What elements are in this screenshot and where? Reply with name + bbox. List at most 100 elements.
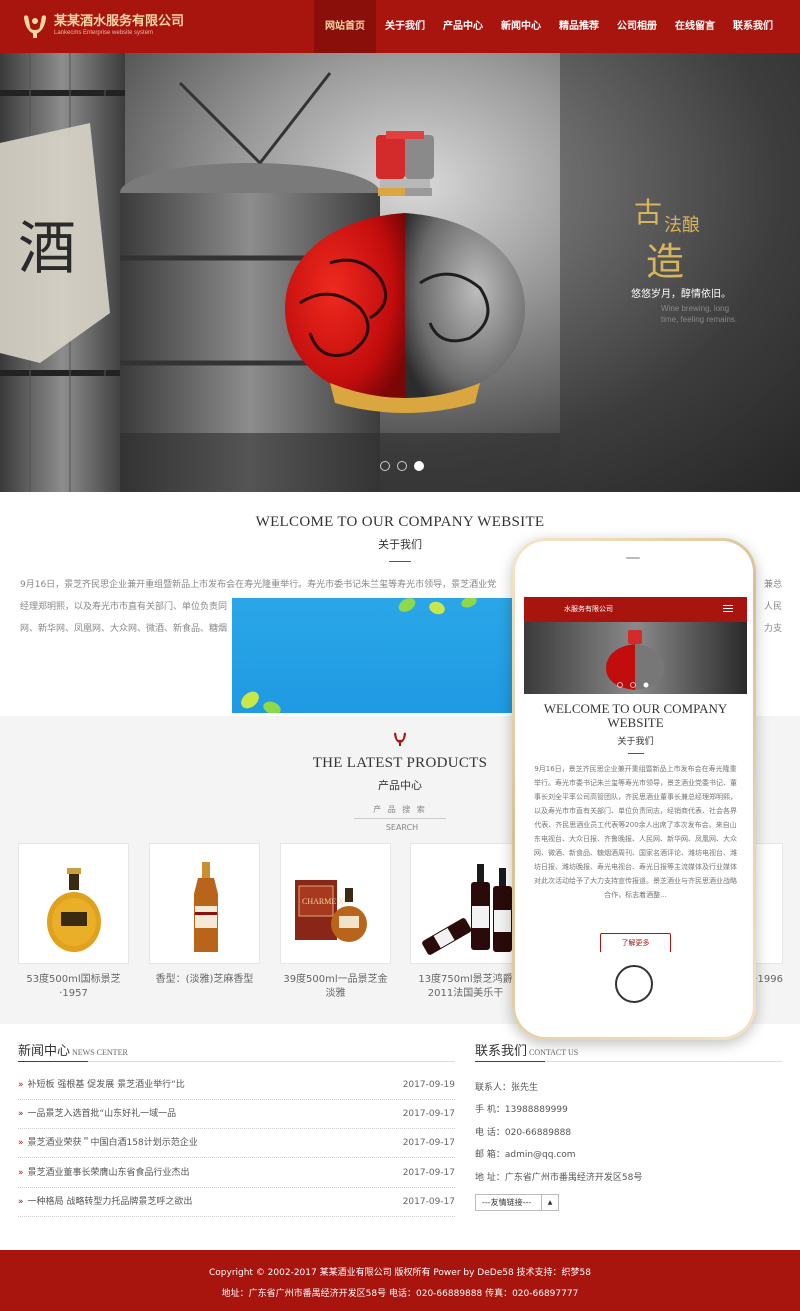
news-date-4: 2017-09-17 bbox=[402, 1168, 455, 1178]
nav-message[interactable]: 在线留言 bbox=[666, 0, 724, 53]
site-footer: Copyright © 2002-2017 某某酒业有限公司 版权所有 Powe… bbox=[0, 1250, 800, 1311]
news-arrow-icon: » bbox=[18, 1168, 24, 1178]
slider-dots bbox=[380, 461, 424, 471]
nav-products[interactable]: 产品中心 bbox=[434, 0, 492, 53]
product-caption-1[interactable]: 53度500ml国标景芝·1957 bbox=[18, 973, 129, 1001]
contact-heading: 联系我们 CONTACT US bbox=[475, 1040, 578, 1059]
news-item-5[interactable]: » 一种格局 战略转型力托品牌景芝呼之欲出 2017-09-17 bbox=[18, 1187, 455, 1217]
contact-mobile: 手 机：13988889999 bbox=[475, 1105, 568, 1115]
brandy-bottle-icon bbox=[194, 862, 218, 952]
gift-box-label: CHARME XO bbox=[302, 897, 350, 906]
product-image-2[interactable] bbox=[149, 843, 260, 964]
news-item-3[interactable]: » 景芝酒业荣获＂中国白酒158计划示范企业 2017-09-17 bbox=[18, 1128, 455, 1158]
cognac-bottle-icon bbox=[47, 868, 101, 952]
mobile-company-name: 水服务有限公司 bbox=[564, 605, 613, 613]
logo[interactable]: 某某酒水服务有限公司 Lankecms Enterprise website s… bbox=[20, 12, 184, 40]
news-date-2: 2017-09-17 bbox=[402, 1109, 455, 1119]
product-image-1[interactable] bbox=[18, 843, 129, 964]
nav-album[interactable]: 公司相册 bbox=[608, 0, 666, 53]
products-emblem-icon bbox=[394, 732, 406, 746]
nav-contact[interactable]: 联系我们 bbox=[724, 0, 782, 53]
slider-dot-3[interactable] bbox=[414, 461, 424, 471]
footer-copyright: Copyright © 2002-2017 某某酒业有限公司 版权所有 Powe… bbox=[208, 1268, 591, 1278]
product-image-3[interactable]: CHARME XO bbox=[280, 843, 391, 964]
slogan-char-1: 古 bbox=[634, 196, 663, 229]
about-text-line-3: 网、新华网、凤凰网、大众网、微酒、新食品、糖烟 bbox=[20, 624, 228, 634]
contact-person: 联系人：张先生 bbox=[475, 1083, 539, 1093]
product-search-label: 产 品 搜 索 bbox=[373, 805, 427, 814]
contact-phone: 电 话：020-66889888 bbox=[475, 1128, 572, 1138]
about-divider bbox=[389, 561, 411, 562]
company-name-en: Lankecms Enterprise website system bbox=[54, 30, 154, 36]
phone-speaker bbox=[626, 557, 640, 559]
contact-email: 邮 箱：admin@qq.com bbox=[475, 1150, 576, 1160]
product-image-4[interactable] bbox=[410, 843, 521, 964]
mobile-header: 水服务有限公司 bbox=[524, 597, 747, 622]
mobile-about-text: 9月16日，景芝齐民思企业兼开重组暨新品上市发布会在寿光隆重举行。寿光市委书记朱… bbox=[534, 765, 737, 899]
nav-about[interactable]: 关于我们 bbox=[376, 0, 434, 53]
main-nav: 网站首页 关于我们 产品中心 新闻中心 精品推荐 公司相册 在线留言 联系我们 bbox=[314, 0, 782, 53]
product-card-1[interactable]: 53度500ml国标景芝·1957 bbox=[18, 843, 129, 1001]
about-text-line-2: 经理郑明熙，以及寿光市市直有关部门、单位负责同 bbox=[20, 602, 228, 612]
phone-home-button bbox=[615, 965, 653, 1003]
news-title-1[interactable]: 补短板 强根基 促发展 景芝酒业举行“比 bbox=[28, 1080, 185, 1090]
news-arrow-icon: » bbox=[18, 1109, 24, 1119]
slider-dot-2[interactable] bbox=[397, 461, 407, 471]
friend-links-value: ---友情链接--- bbox=[482, 1198, 532, 1207]
footer-address: 地址：广东省广州市番禺经济开发区58号 电话：020-66889888 传真：0… bbox=[221, 1289, 579, 1299]
news-date-5: 2017-09-17 bbox=[402, 1197, 455, 1207]
contact-title: 联系我们 bbox=[475, 1044, 528, 1059]
news-title: 新闻中心 bbox=[18, 1044, 71, 1059]
news-item-1[interactable]: » 补短板 强根基 促发展 景芝酒业举行“比 2017-09-19 bbox=[18, 1070, 455, 1100]
mobile-about-subtitle: 关于我们 bbox=[617, 737, 654, 747]
product-caption-2[interactable]: 香型：(淡雅)芝麻香型 bbox=[149, 973, 260, 987]
news-title-3[interactable]: 景芝酒业荣获＂中国白酒158计划示范企业 bbox=[28, 1138, 198, 1148]
nav-news[interactable]: 新闻中心 bbox=[492, 0, 550, 53]
site-header: 某某酒水服务有限公司 Lankecms Enterprise website s… bbox=[0, 0, 800, 53]
product-card-4[interactable]: 13度750ml景芝鸿爵2011法国美乐干 bbox=[410, 843, 521, 1001]
phone-screen: 水服务有限公司 WELCOME TO OUR COMPANY WEBSITE 关… bbox=[524, 597, 747, 952]
xo-gift-box-icon: CHARME XO bbox=[295, 880, 367, 942]
contact-address: 地 址：广东省广州市番禺经济开发区58号 bbox=[475, 1173, 643, 1183]
mobile-banner bbox=[524, 622, 747, 694]
slogan-char-3: 造 bbox=[646, 240, 685, 284]
learn-more-button[interactable]: 了解更多 bbox=[600, 933, 671, 952]
contact-title-en: CONTACT US bbox=[529, 1048, 579, 1057]
about-title: WELCOME TO OUR COMPANY WEBSITE bbox=[255, 514, 545, 530]
news-heading: 新闻中心 NEWS CENTER bbox=[18, 1040, 128, 1059]
contact-rule bbox=[475, 1061, 782, 1062]
product-search[interactable]: 产 品 搜 索 SEARCH bbox=[354, 801, 446, 832]
nav-featured[interactable]: 精品推荐 bbox=[550, 0, 608, 53]
product-caption-4[interactable]: 13度750ml景芝鸿爵2011法国美乐干 bbox=[410, 973, 521, 1001]
slider-dot-1[interactable] bbox=[380, 461, 390, 471]
wall-char: 酒 bbox=[18, 214, 76, 282]
news-item-2[interactable]: » 一品景芝入选首批“山东好礼一域一品 2017-09-17 bbox=[18, 1099, 455, 1129]
banner-tagline: 悠悠岁月，醇情依旧。 bbox=[631, 289, 731, 300]
news-title-5[interactable]: 一种格局 战略转型力托品牌景芝呼之欲出 bbox=[28, 1197, 193, 1207]
news-arrow-icon: » bbox=[18, 1138, 24, 1148]
mobile-menu-icon[interactable] bbox=[723, 605, 733, 614]
news-title-en: NEWS CENTER bbox=[72, 1048, 128, 1057]
banner-tagline-en: Wine brewing, long time, feeling remains… bbox=[661, 304, 738, 324]
dropdown-arrow-icon[interactable]: ▲ bbox=[541, 1195, 558, 1210]
about-text-line-3-end: 力支 bbox=[763, 618, 782, 640]
product-caption-3[interactable]: 39度500ml一品景芝金淡雅 bbox=[280, 973, 391, 1001]
news-item-4[interactable]: » 景芝酒业董事长荣膺山东省食品行业杰出 2017-09-17 bbox=[18, 1158, 455, 1188]
news-date-1: 2017-09-19 bbox=[402, 1080, 455, 1090]
friend-links-select[interactable]: ---友情链接--- ▲ bbox=[475, 1194, 559, 1211]
product-card-3[interactable]: CHARME XO 39度500ml一品景芝金淡雅 bbox=[280, 843, 391, 1001]
news-arrow-icon: » bbox=[18, 1197, 24, 1207]
news-arrow-icon: » bbox=[18, 1080, 24, 1090]
red-wine-bottles-icon bbox=[422, 864, 512, 955]
news-title-4[interactable]: 景芝酒业董事长荣膺山东省食品行业杰出 bbox=[28, 1168, 190, 1178]
nav-home[interactable]: 网站首页 bbox=[314, 0, 376, 53]
about-text-line-1: 9月16日，景芝齐民思企业兼开重组暨新品上市发布会在寿光隆重举行。寿光市委书记朱… bbox=[20, 580, 497, 590]
mobile-about-title: WELCOME TO OUR COMPANY WEBSITE bbox=[543, 701, 728, 730]
logo-mark-icon bbox=[24, 15, 46, 38]
product-search-en: SEARCH bbox=[385, 823, 419, 832]
news-title-2[interactable]: 一品景芝入选首批“山东好礼一域一品 bbox=[28, 1109, 177, 1119]
mobile-vase-icon bbox=[606, 630, 664, 690]
mobile-divider bbox=[627, 753, 644, 754]
product-card-2[interactable]: 香型：(淡雅)芝麻香型 bbox=[149, 843, 260, 987]
about-text-line-1-end: 兼总 bbox=[763, 574, 782, 596]
